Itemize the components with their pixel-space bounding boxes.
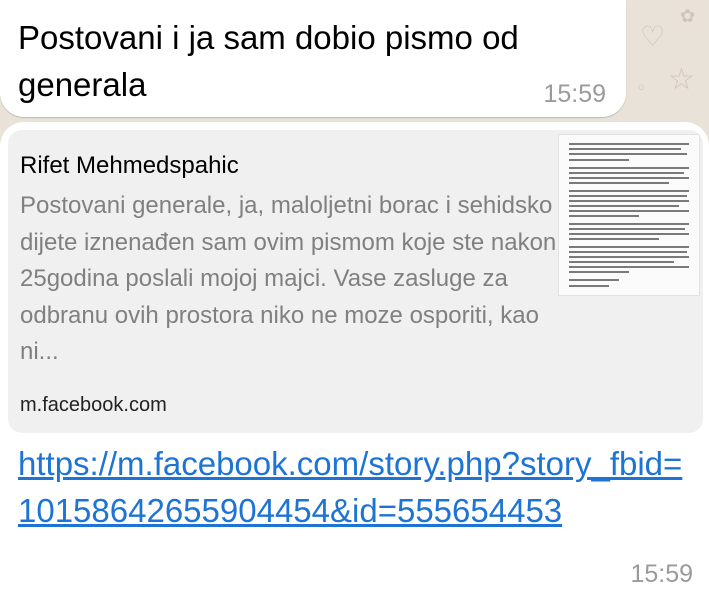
link-preview-card[interactable]: Rifet Mehmedspahic Postovani generale, j… <box>8 130 703 433</box>
message-bubble-incoming[interactable]: Postovani i ja sam dobio pismo od genera… <box>0 0 626 117</box>
link-preview-title: Rifet Mehmedspahic <box>20 152 239 179</box>
message-text: Postovani i ja sam dobio pismo od genera… <box>18 19 519 103</box>
link-preview-description: Postovani generale, ja, maloljetni borac… <box>20 192 557 365</box>
link-preview-domain: m.facebook.com <box>20 394 167 416</box>
message-bubble-link[interactable]: Rifet Mehmedspahic Postovani generale, j… <box>0 122 709 601</box>
document-thumbnail-icon <box>558 134 700 296</box>
message-timestamp: 15:59 <box>543 80 606 108</box>
message-timestamp: 15:59 <box>630 560 693 588</box>
message-link[interactable]: https://m.facebook.com/story.php?story_f… <box>18 440 698 534</box>
